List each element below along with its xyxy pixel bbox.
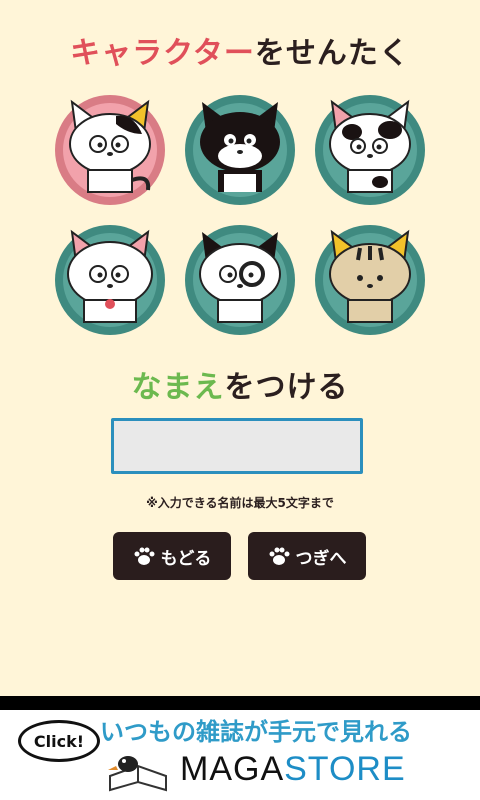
ad-banner[interactable]: Click! いつもの雑誌が手元で見れる MAGASTORE <box>0 710 480 800</box>
next-button-label: つぎへ <box>295 548 347 569</box>
title-rest: をせんたく <box>254 36 410 71</box>
character-select-title: キャラクターをせんたく <box>0 28 480 72</box>
title-highlight: キャラクター <box>70 36 255 71</box>
calico-cat-icon <box>55 95 165 205</box>
name-title-rest: をつける <box>224 370 349 405</box>
back-button-label: もどる <box>160 548 212 569</box>
character-spotted[interactable] <box>314 94 426 206</box>
fluffy-white-cat-icon <box>55 225 165 335</box>
character-fluffy-white[interactable] <box>54 224 166 336</box>
character-calico[interactable] <box>54 94 166 206</box>
bird-reading-icon <box>108 756 167 792</box>
black-cat-icon <box>185 95 295 205</box>
paw-icon <box>134 547 155 565</box>
paw-icon <box>269 547 289 565</box>
next-button[interactable]: つぎへ <box>248 532 366 580</box>
name-input[interactable] <box>111 418 363 474</box>
ad-logo-part2: STORE <box>284 750 406 788</box>
tabby-cat-icon <box>315 225 425 335</box>
character-tabby[interactable] <box>314 224 426 336</box>
ad-tagline: いつもの雑誌が手元で見れる <box>100 718 412 746</box>
spotted-cat-icon <box>315 95 425 205</box>
name-title-highlight: なまえ <box>131 370 225 405</box>
back-button[interactable]: もどる <box>113 532 231 580</box>
ad-logo-part1: MAGA <box>180 750 285 788</box>
character-black[interactable] <box>184 94 296 206</box>
name-limit-note: ※入力できる名前は最大5文字まで <box>146 496 334 510</box>
name-section-title: なまえをつける <box>0 362 480 406</box>
monocle-cat-icon <box>185 225 295 335</box>
character-monocle[interactable] <box>184 224 296 336</box>
ad-click-badge: Click! <box>18 720 100 762</box>
ad-logo: MAGASTORE <box>180 750 406 789</box>
